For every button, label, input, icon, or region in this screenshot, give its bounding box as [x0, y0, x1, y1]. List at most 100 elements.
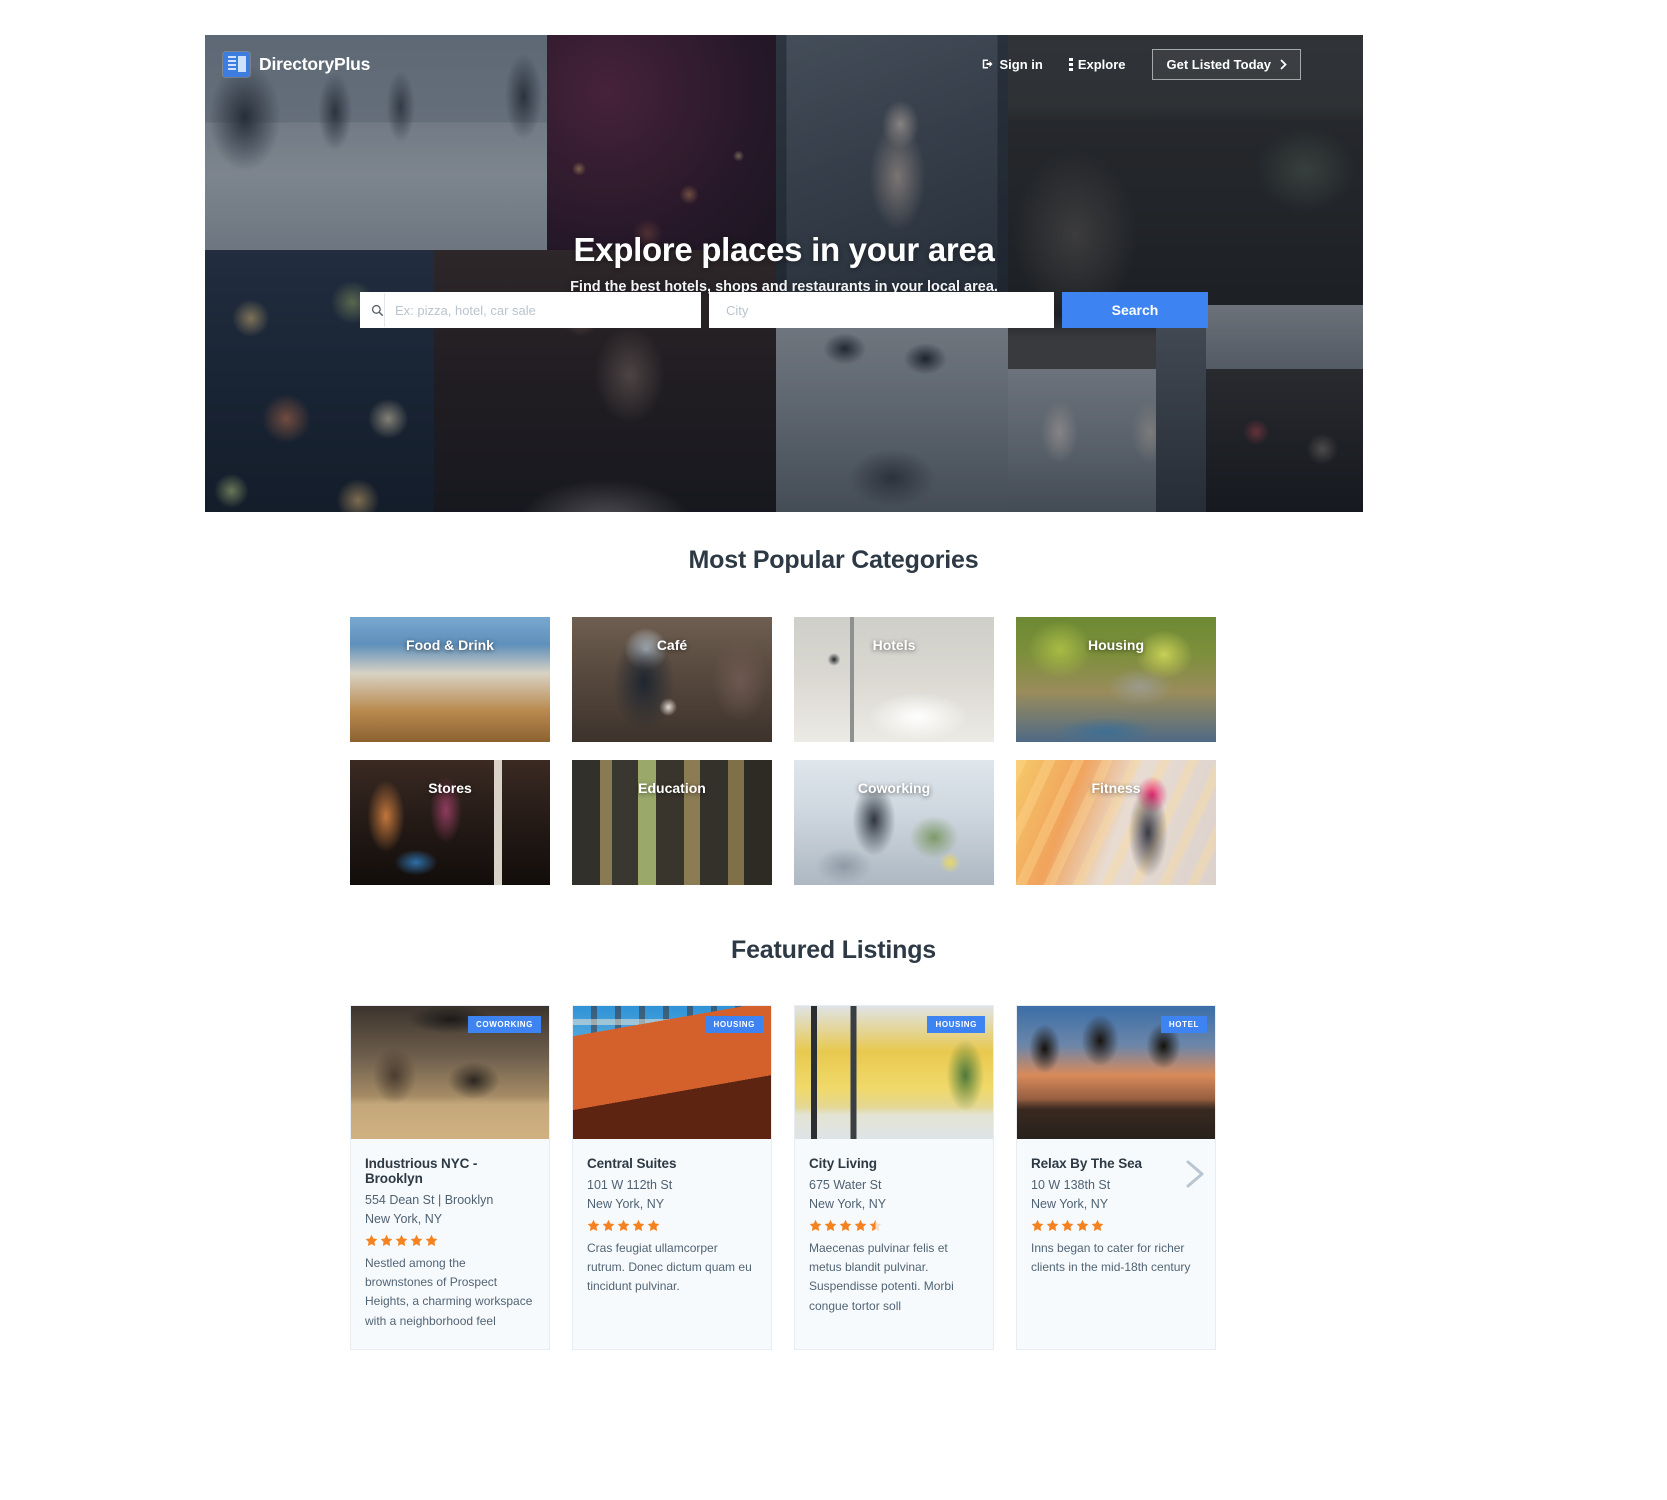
star-icon [854, 1219, 867, 1231]
explore-label: Explore [1077, 56, 1126, 72]
listing-image: HOUSING [573, 1006, 771, 1139]
listing-name: Relax By The Sea [1031, 1156, 1142, 1171]
listing-city: New York, NY [365, 1211, 443, 1226]
nav-actions: Sign in Explore Get Listed Today [982, 48, 1301, 80]
category-card-education[interactable]: Education [572, 760, 772, 885]
category-label: Hotels [872, 637, 916, 653]
star-icon [395, 1234, 408, 1246]
category-card-food-drink[interactable]: Food & Drink [350, 617, 550, 742]
category-label: Coworking [857, 780, 931, 796]
search-input[interactable] [384, 293, 701, 327]
category-card-housing[interactable]: Housing [1016, 617, 1216, 742]
featured-title: Featured Listings [731, 936, 936, 964]
star-icon [587, 1219, 600, 1231]
hero-tile-strip [1156, 305, 1206, 512]
star-icon [410, 1234, 423, 1246]
category-label: Housing [1088, 637, 1144, 653]
directory-logo-icon [223, 51, 250, 77]
listing-address: 101 W 112th St [587, 1178, 673, 1192]
top-navigation: DirectoryPlus Sign in Explore Get Listed… [205, 35, 1363, 93]
listing-card[interactable]: COWORKING Industrious NYC - Brooklyn 554… [350, 1005, 550, 1351]
listing-city: New York, NY [1031, 1196, 1109, 1211]
hero-tile-crowd [1206, 369, 1363, 512]
star-icon [839, 1219, 852, 1231]
listing-description: Inns began to cater for richer clients i… [1031, 1240, 1191, 1274]
sign-in-icon [983, 59, 993, 69]
listing-card[interactable]: HOUSING Central Suites 101 W 112th St Ne… [572, 1005, 772, 1351]
category-card-coworking[interactable]: Coworking [794, 760, 994, 885]
star-icon [809, 1219, 822, 1231]
listing-body: Central Suites 101 W 112th St New York, … [573, 1139, 771, 1315]
search-icon [371, 304, 384, 316]
listing-badge: HOTEL [1160, 1016, 1207, 1033]
star-icon [647, 1219, 660, 1231]
next-listings-arrow[interactable] [1183, 1158, 1209, 1190]
star-icon [617, 1219, 630, 1231]
star-icon [1076, 1219, 1089, 1231]
categories-title: Most Popular Categories [688, 546, 979, 574]
search-bar: Search [360, 292, 1208, 328]
get-listed-label: Get Listed Today [1166, 56, 1272, 72]
category-card-hotels[interactable]: Hotels [794, 617, 994, 742]
featured-listings: COWORKING Industrious NYC - Brooklyn 554… [350, 1005, 1230, 1351]
brand-logo[interactable]: DirectoryPlus [223, 51, 371, 77]
listing-body: City Living 675 Water St New York, NY Ma… [795, 1139, 993, 1334]
categories-grid: Food & Drink Café Hotels Housing Stores … [350, 617, 1230, 885]
listing-name: City Living [809, 1156, 877, 1171]
hero-banner: DirectoryPlus Sign in Explore Get Listed… [205, 35, 1363, 512]
hero-tile-shelf [1206, 305, 1363, 369]
star-icon [824, 1219, 837, 1231]
star-icon [1091, 1219, 1104, 1231]
sign-in-label: Sign in [999, 56, 1043, 72]
listing-city: New York, NY [809, 1196, 887, 1211]
star-icon [365, 1234, 378, 1246]
category-card-cafe[interactable]: Café [572, 617, 772, 742]
listing-badge: HOUSING [927, 1016, 985, 1033]
chevron-right-icon [1280, 58, 1287, 70]
category-label: Education [638, 780, 706, 796]
category-label: Food & Drink [406, 637, 494, 653]
star-icon [425, 1234, 438, 1246]
listing-description: Maecenas pulvinar felis et metus blandit… [809, 1240, 954, 1313]
listing-name: Central Suites [587, 1156, 677, 1171]
dots-menu-icon [1068, 57, 1073, 71]
brand-name: DirectoryPlus [259, 53, 371, 74]
hero-title: Explore places in your area [573, 231, 995, 268]
city-input[interactable] [726, 293, 1054, 327]
listing-card[interactable]: HOUSING City Living 675 Water St New Yor… [794, 1005, 994, 1351]
search-query-field[interactable] [360, 292, 701, 328]
star-icon [1031, 1219, 1044, 1231]
category-label: Café [656, 637, 688, 653]
listing-rating [365, 1234, 535, 1247]
listing-address: 10 W 138th St [1031, 1178, 1111, 1192]
category-card-stores[interactable]: Stores [350, 760, 550, 885]
listing-description: Cras feugiat ullamcorper rutrum. Donec d… [587, 1240, 752, 1294]
listing-rating [587, 1219, 757, 1232]
star-icon [632, 1219, 645, 1231]
explore-link[interactable]: Explore [1068, 56, 1126, 72]
listing-badge: COWORKING [468, 1016, 541, 1033]
star-icon [380, 1234, 393, 1246]
listing-image: COWORKING [351, 1006, 549, 1139]
category-card-fitness[interactable]: Fitness [1016, 760, 1216, 885]
star-icon [1061, 1219, 1074, 1231]
listing-badge: HOUSING [705, 1016, 763, 1033]
search-button[interactable]: Search [1062, 292, 1208, 328]
search-city-field[interactable] [709, 292, 1054, 328]
star-icon [602, 1219, 615, 1231]
listing-city: New York, NY [587, 1196, 665, 1211]
category-label: Stores [428, 780, 472, 796]
sign-in-link[interactable]: Sign in [982, 56, 1043, 72]
get-listed-button[interactable]: Get Listed Today [1151, 48, 1301, 80]
hero-copy: Explore places in your area Find the bes… [205, 231, 1363, 295]
listing-address: 554 Dean St | Brooklyn [365, 1193, 494, 1207]
listing-address: 675 Water St [809, 1178, 882, 1192]
listing-body: Industrious NYC - Brooklyn 554 Dean St |… [351, 1139, 549, 1349]
category-label: Fitness [1091, 780, 1141, 796]
hero-tile-running [776, 305, 1008, 512]
listing-description: Nestled among the brownstones of Prospec… [365, 1255, 533, 1328]
star-icon [869, 1219, 882, 1231]
listing-name: Industrious NYC - Brooklyn [365, 1156, 478, 1186]
listing-image: HOTEL [1017, 1006, 1215, 1139]
star-icon [1046, 1219, 1059, 1231]
